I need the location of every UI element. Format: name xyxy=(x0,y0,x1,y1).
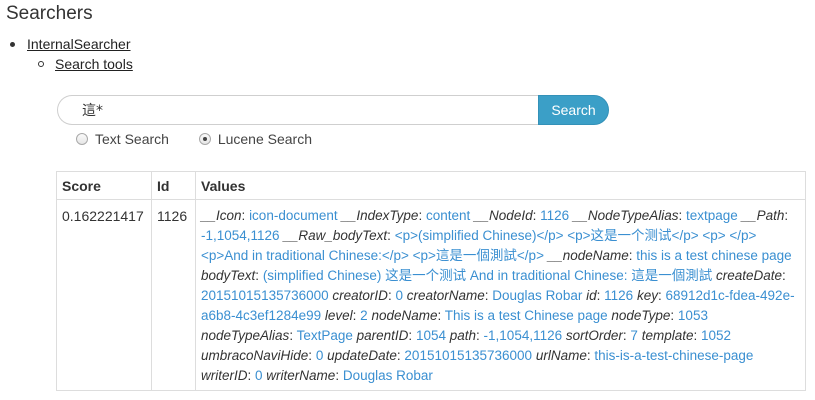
field-key: __NodeId xyxy=(474,208,533,223)
field-key: writerName xyxy=(266,368,336,383)
id-cell: 1126 xyxy=(151,199,196,391)
field-value: -1,1054,1126 xyxy=(201,228,280,243)
field-value: icon-document xyxy=(249,208,338,223)
field-value: 1052 xyxy=(701,328,732,343)
field-value: 7 xyxy=(630,328,638,343)
field-value: 0 xyxy=(255,368,263,383)
field-key: nodeTypeAlias xyxy=(201,328,290,343)
field-key: template xyxy=(641,328,694,343)
page-title: Searchers xyxy=(6,3,93,24)
field-value: 1054 xyxy=(415,328,446,343)
values-header: Values xyxy=(195,171,806,200)
field-key: updateDate xyxy=(327,348,397,363)
search-input[interactable] xyxy=(57,95,543,125)
field-value: 0 xyxy=(395,288,403,303)
field-key: creatorID xyxy=(332,288,388,303)
field-key: __NodeTypeAlias xyxy=(572,208,679,223)
field-key: level xyxy=(324,308,353,323)
circle-bullet-icon xyxy=(38,61,44,68)
field-key: __Path xyxy=(741,208,785,223)
text-search-option[interactable]: Text Search xyxy=(76,131,169,147)
tree-item-internal-searcher: InternalSearcher xyxy=(10,36,131,52)
field-value: 1053 xyxy=(677,308,708,323)
search-button[interactable]: Search xyxy=(538,95,609,125)
id-header: Id xyxy=(151,171,196,200)
lucene-search-option[interactable]: Lucene Search xyxy=(198,131,313,147)
radio-lucene-search[interactable] xyxy=(198,133,211,145)
field-value: 1126 xyxy=(604,288,634,303)
field-value: 20151015135736000 xyxy=(404,348,533,363)
field-value: (simplified Chinese) 这是一个测试 And in tradi… xyxy=(262,268,713,283)
field-value: -1,1054,1126 xyxy=(483,328,563,343)
results-header-row: Score Id Values xyxy=(56,171,806,200)
radio-text-search[interactable] xyxy=(76,133,88,145)
field-key: __IndexType xyxy=(341,208,419,223)
field-key: urlName xyxy=(535,348,587,363)
field-key: id xyxy=(586,288,597,303)
results-table: Score Id Values 0.162221417 1126 __Icon:… xyxy=(56,171,806,391)
field-value: this is a test chinese page xyxy=(636,248,792,263)
field-value: Douglas Robar xyxy=(342,368,433,383)
field-value: this-is-a-test-chinese-page xyxy=(594,348,754,363)
field-key: bodyText xyxy=(201,268,256,283)
score-cell: 0.162221417 xyxy=(56,199,152,391)
field-key: nodeName xyxy=(371,308,438,323)
values-cell: __Icon: icon-document __IndexType: conte… xyxy=(195,199,806,391)
field-value: 0 xyxy=(315,348,324,363)
text-search-label: Text Search xyxy=(95,131,169,147)
field-value: This is a test Chinese page xyxy=(444,308,608,323)
field-value: content xyxy=(425,208,471,223)
field-value: TextPage xyxy=(296,328,353,343)
field-value: 2 xyxy=(360,308,368,323)
field-key: nodeType xyxy=(611,308,671,323)
field-value: textpage xyxy=(685,208,738,223)
field-key: __nodeName xyxy=(547,248,629,263)
field-value: 1126 xyxy=(540,208,570,223)
field-key: path xyxy=(449,328,477,343)
tree-item-search-tools: Search tools xyxy=(38,56,133,72)
table-row: 0.162221417 1126 __Icon: icon-document _… xyxy=(56,199,806,391)
internal-searcher-link[interactable]: InternalSearcher xyxy=(27,36,131,52)
field-value: Douglas Robar xyxy=(492,288,583,303)
field-key: __Raw_bodyText xyxy=(283,228,388,243)
field-key: __Icon xyxy=(201,208,242,223)
field-key: sortOrder xyxy=(565,328,623,343)
search-type-options: Text Search Lucene Search xyxy=(76,131,338,148)
search-form: Search xyxy=(57,95,609,125)
field-key: createDate xyxy=(715,268,783,283)
field-key: creatorName xyxy=(406,288,485,303)
bullet-icon xyxy=(10,41,15,47)
score-header: Score xyxy=(56,171,152,200)
search-tools-link[interactable]: Search tools xyxy=(55,56,133,72)
field-key: key xyxy=(636,288,658,303)
lucene-search-label: Lucene Search xyxy=(217,131,313,147)
field-key: writerID xyxy=(201,368,248,383)
field-key: parentID xyxy=(356,328,409,343)
field-key: umbracoNaviHide xyxy=(201,348,309,363)
field-value: 20151015135736000 xyxy=(201,288,329,303)
